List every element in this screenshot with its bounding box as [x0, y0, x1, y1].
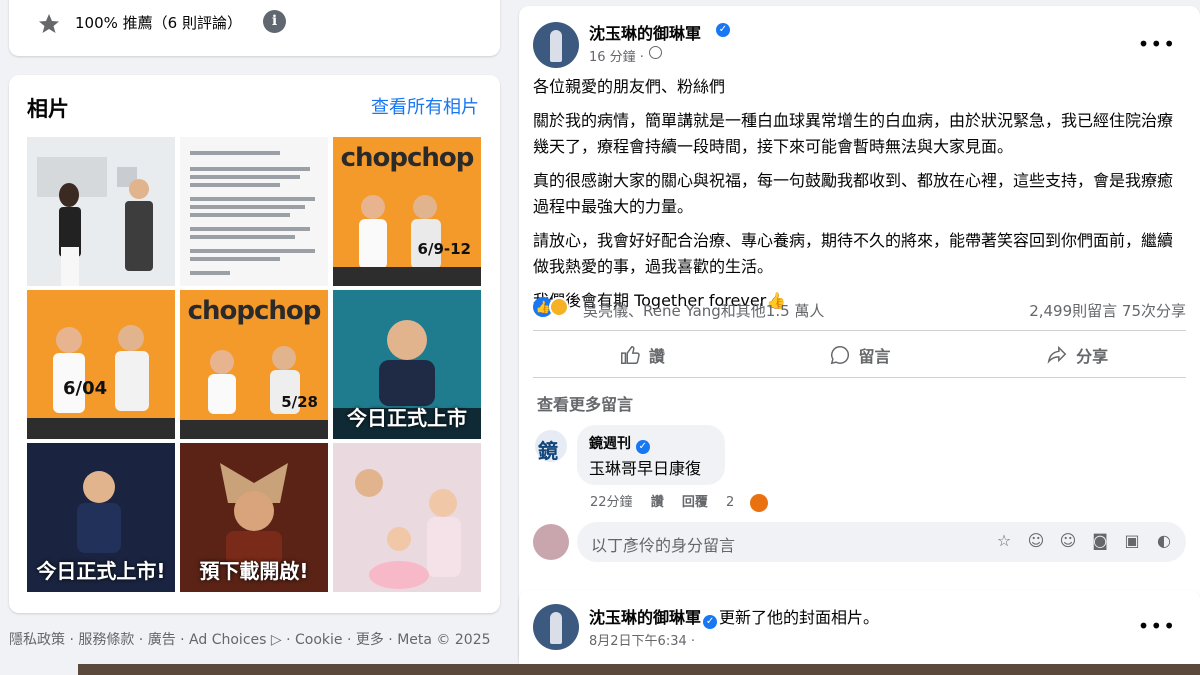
post-paragraph: 各位親愛的朋友們、粉絲們 — [533, 77, 726, 96]
comment-time[interactable]: 22分鐘 — [590, 495, 633, 510]
share-arrow-icon — [1047, 345, 1067, 364]
photo-tile-date: 5/28 — [281, 393, 318, 411]
view-more-comments-link[interactable]: 查看更多留言 — [537, 391, 633, 415]
like-label: 讚 — [648, 347, 665, 366]
photo-tile[interactable] — [27, 137, 175, 286]
comment-input[interactable]: 以丁彥伶的身分留言 ☆ ☺ ☺ ◙ ▣ ◐ — [577, 522, 1186, 562]
more-options-icon[interactable]: ••• — [1138, 614, 1176, 638]
thumbs-up-icon — [620, 346, 640, 364]
reaction-summary: 👍 吳亮儀、Rene Yang和其他1.5 萬人 2,499則留言 75次分享 — [533, 296, 1186, 324]
photos-title: 相片 — [27, 97, 69, 121]
share-label: 分享 — [1076, 347, 1109, 366]
comment-button[interactable]: 留言 — [751, 337, 969, 373]
verified-badge-icon: ✓ — [716, 23, 730, 37]
star-icon — [39, 14, 59, 33]
globe-icon — [649, 46, 662, 59]
footer-links[interactable]: 隱私政策 · 服務條款 · 廣告 · Ad Choices ▷ · Cookie… — [9, 629, 491, 649]
sticker-icon[interactable]: ◐ — [1154, 531, 1174, 551]
photo-tile-caption: 預下載開啟! — [199, 559, 309, 583]
verified-badge-icon: ✓ — [635, 440, 650, 454]
gif-icon[interactable]: ▣ — [1122, 531, 1142, 551]
comment-text: 玉琳哥早日康復 — [589, 459, 702, 478]
angry-reaction-icon — [750, 493, 769, 512]
photo-tile-date: 6/04 — [63, 378, 108, 399]
post-card-2: 沈玉琳的御琳軍 ✓ 更新了他的封面相片。 8月2日下午6:34 · ••• — [519, 590, 1200, 675]
reacters-text[interactable]: 吳亮儀、Rene Yang和其他1.5 萬人 — [583, 300, 824, 321]
sticker-face-icon[interactable]: ☺ — [1026, 531, 1046, 551]
post2-time[interactable]: 8月2日下午6:34 · — [589, 630, 695, 649]
photo-tile[interactable]: chopchop 6/9-12 — [333, 137, 481, 286]
photo-tile[interactable]: 今日正式上市 — [333, 290, 481, 439]
info-icon[interactable]: i — [263, 10, 286, 33]
comment-meta: 22分鐘 讚 回覆 2 — [590, 491, 796, 512]
show-poster-image — [180, 346, 328, 439]
photo-tile[interactable]: 預下載開啟! — [180, 443, 328, 592]
post2-action: 更新了他的封面相片。 — [719, 608, 880, 627]
photos-card: 相片 查看所有相片 chopchop 6/9-12 6/04 chopchop … — [9, 75, 500, 613]
author-avatar[interactable] — [533, 22, 579, 68]
photo-tile[interactable]: chopchop 5/28 — [180, 290, 328, 439]
post-card: 沈玉琳的御琳軍 ✓ 16 分鐘 · ••• 各位親愛的朋友們、粉絲們 關於我的病… — [519, 6, 1200, 664]
post-author[interactable]: 沈玉琳的御琳軍 — [589, 20, 701, 44]
taskbar-strip — [78, 664, 1200, 675]
photo-tile[interactable]: 6/04 — [27, 290, 175, 439]
mirror-logo-icon: 鏡 — [538, 439, 558, 463]
post-time[interactable]: 16 分鐘 · — [589, 46, 644, 65]
show-poster-image — [333, 195, 481, 286]
comment-tools: ☆ ☺ ☺ ◙ ▣ ◐ — [994, 531, 1174, 551]
photo-grid: chopchop 6/9-12 6/04 chopchop 5/28 今日正式上… — [27, 137, 481, 592]
comment-input-placeholder: 以丁彥伶的身分留言 — [591, 536, 736, 555]
divider — [533, 330, 1186, 331]
avatar-sticker-icon[interactable]: ☆ — [994, 531, 1014, 551]
share-button[interactable]: 分享 — [968, 337, 1186, 373]
post-body: 各位親愛的朋友們、粉絲們 關於我的病情，簡單講就是一種白血球異常增生的白血病，由… — [533, 74, 1186, 322]
comment-like-link[interactable]: 讚 — [651, 495, 664, 510]
author-avatar[interactable] — [533, 604, 579, 650]
more-options-icon[interactable]: ••• — [1138, 32, 1176, 56]
camera-icon[interactable]: ◙ — [1090, 531, 1110, 551]
post-actions: 讚 留言 分享 — [533, 337, 1186, 373]
post2-author[interactable]: 沈玉琳的御琳軍 — [589, 608, 701, 627]
photo-tile-caption: 今日正式上市 — [347, 406, 467, 430]
photo-tile-caption: 今日正式上市! — [36, 559, 166, 583]
couple-photo-image — [27, 137, 175, 286]
like-button[interactable]: 讚 — [533, 337, 751, 373]
comment-bubble: 鏡週刊 ✓ 玉琳哥早日康復 — [577, 425, 725, 485]
divider — [533, 377, 1186, 378]
comment-bubble-icon — [830, 346, 849, 365]
current-user-avatar[interactable] — [533, 524, 569, 560]
comment-reply-link[interactable]: 回覆 — [682, 495, 708, 510]
post-paragraph: 關於我的病情，簡單講就是一種白血球異常增生的白血病，由於狀況緊急，我已經住院治療… — [533, 111, 1174, 156]
photo-tile[interactable] — [180, 137, 328, 286]
post-paragraph: 真的很感謝大家的關心與祝福，每一句鼓勵我都收到、都放在心裡，這些支持，會是我療癒… — [533, 171, 1174, 216]
comment-author[interactable]: 鏡週刊 ✓ — [589, 433, 713, 454]
family-photo-image — [333, 443, 481, 592]
comment-share-counts[interactable]: 2,499則留言 75次分享 — [1029, 300, 1186, 321]
recommendation-card: 100% 推薦（6 則評論） i — [9, 0, 500, 56]
photo-tile[interactable]: 今日正式上市! — [27, 443, 175, 592]
recommend-text: 100% 推薦（6 則評論） — [75, 14, 242, 32]
verified-badge-icon: ✓ — [703, 615, 718, 629]
commenter-avatar[interactable]: 鏡 — [533, 428, 569, 464]
photo-tile-date: 6/9-12 — [417, 240, 471, 258]
emoji-icon[interactable]: ☺ — [1058, 531, 1078, 551]
comment-reaction-count[interactable]: 2 — [726, 493, 782, 512]
care-reaction-icon — [549, 296, 569, 317]
letter-photo-image — [180, 137, 328, 286]
photo-tile[interactable] — [333, 443, 481, 592]
post-paragraph: 請放心，我會好好配合治療、專心養病，期待不久的將來，能帶著笑容回到你們面前，繼續… — [533, 231, 1174, 276]
comment-label: 留言 — [858, 347, 891, 366]
show-poster-image — [27, 325, 175, 439]
see-all-photos-link[interactable]: 查看所有相片 — [371, 93, 479, 119]
post2-header: 沈玉琳的御琳軍 ✓ 更新了他的封面相片。 — [589, 604, 880, 629]
